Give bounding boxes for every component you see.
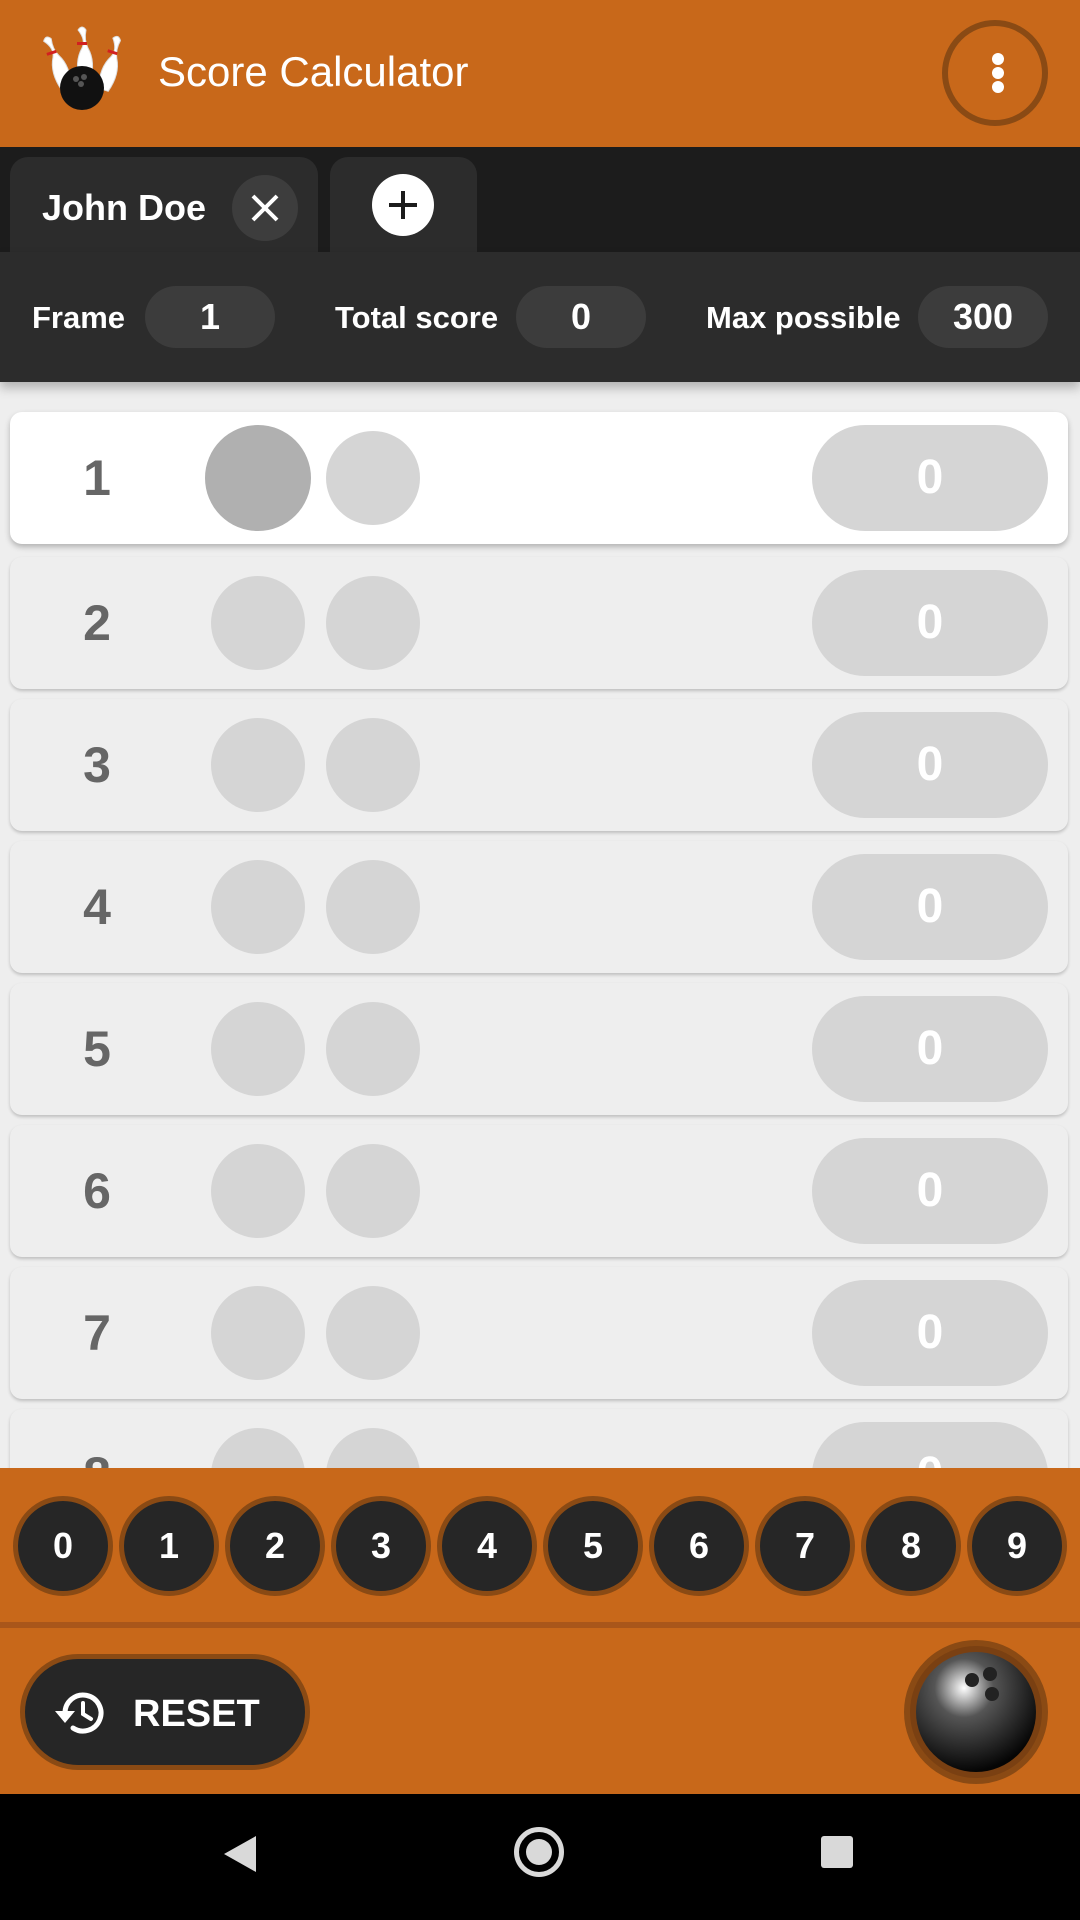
roll-1-slot[interactable] bbox=[211, 718, 305, 812]
player-name: John Doe bbox=[42, 187, 207, 228]
frame-number: 1 bbox=[83, 450, 111, 506]
roll-2-slot[interactable] bbox=[326, 718, 420, 812]
frame-row[interactable]: 5 0 bbox=[10, 983, 1068, 1115]
frame-score: 0 bbox=[812, 570, 1048, 676]
roll-1-slot[interactable] bbox=[211, 860, 305, 954]
pins-6-button[interactable]: 6 bbox=[649, 1496, 749, 1596]
frames-list[interactable]: 1 0 2 0 3 0 4 0 5 0 6 0 7 0 8 bbox=[0, 382, 1080, 1468]
frame-number: 5 bbox=[83, 1021, 111, 1077]
frame-score: 0 bbox=[812, 854, 1048, 960]
roll-1-slot[interactable] bbox=[211, 1286, 305, 1380]
back-icon[interactable] bbox=[222, 1834, 258, 1874]
more-vert-icon bbox=[992, 53, 1004, 65]
frame-row[interactable]: 2 0 bbox=[10, 557, 1068, 689]
tab-player[interactable]: John Doe bbox=[10, 157, 318, 252]
roll-1-slot[interactable] bbox=[211, 1002, 305, 1096]
frame-score: 0 bbox=[812, 1138, 1048, 1244]
strike-button[interactable] bbox=[904, 1640, 1048, 1784]
roll-1-slot[interactable] bbox=[211, 1144, 305, 1238]
roll-2-slot[interactable] bbox=[326, 1428, 420, 1468]
roll-1-slot[interactable] bbox=[205, 425, 311, 531]
pins-5-button[interactable]: 5 bbox=[543, 1496, 643, 1596]
pins-7-button[interactable]: 7 bbox=[755, 1496, 855, 1596]
frame-row[interactable]: 4 0 bbox=[10, 841, 1068, 973]
frame-number: 6 bbox=[83, 1163, 111, 1219]
total-score-value: 0 bbox=[516, 286, 646, 348]
close-icon[interactable] bbox=[232, 175, 298, 241]
player-tabs: John Doe bbox=[0, 147, 1080, 252]
frame-label: Frame bbox=[32, 300, 126, 335]
actions-bar: RESET bbox=[0, 1628, 1080, 1794]
app-bar: Score Calculator bbox=[0, 0, 1080, 147]
pins-9-button[interactable]: 9 bbox=[967, 1496, 1067, 1596]
roll-2-slot[interactable] bbox=[326, 576, 420, 670]
frame-number: 7 bbox=[83, 1305, 111, 1361]
pins-3-button[interactable]: 3 bbox=[331, 1496, 431, 1596]
pins-4-button[interactable]: 4 bbox=[437, 1496, 537, 1596]
pins-1-button[interactable]: 1 bbox=[119, 1496, 219, 1596]
frame-row[interactable]: 1 0 bbox=[10, 412, 1068, 544]
pin-count-pad: 0 1 2 3 4 5 6 7 8 9 bbox=[0, 1468, 1080, 1628]
frame-score: 0 bbox=[812, 1422, 1048, 1468]
max-possible-value: 300 bbox=[918, 286, 1048, 348]
frame-score: 0 bbox=[812, 996, 1048, 1102]
frame-score: 0 bbox=[812, 1280, 1048, 1386]
bowling-ball-icon bbox=[916, 1652, 1036, 1772]
home-icon[interactable] bbox=[514, 1827, 564, 1877]
more-vert-icon-dot bbox=[992, 81, 1004, 93]
pins-2-button[interactable]: 2 bbox=[225, 1496, 325, 1596]
restore-icon bbox=[55, 1692, 104, 1734]
roll-2-slot[interactable] bbox=[326, 860, 420, 954]
frame-row[interactable]: 6 0 bbox=[10, 1125, 1068, 1257]
roll-2-slot[interactable] bbox=[326, 1002, 420, 1096]
more-options-button[interactable] bbox=[942, 20, 1048, 126]
add-player-tab[interactable] bbox=[330, 157, 477, 252]
frame-value: 1 bbox=[145, 286, 275, 348]
roll-1-slot[interactable] bbox=[211, 1428, 305, 1468]
frame-number: 3 bbox=[83, 737, 111, 793]
pins-8-button[interactable]: 8 bbox=[861, 1496, 961, 1596]
recent-apps-icon[interactable] bbox=[821, 1836, 853, 1868]
frame-row[interactable]: 8 0 bbox=[10, 1409, 1068, 1468]
system-nav-bar bbox=[0, 1794, 1080, 1920]
more-vert-icon-dot bbox=[992, 67, 1004, 79]
frame-number: 2 bbox=[83, 595, 111, 651]
roll-2-slot[interactable] bbox=[326, 1286, 420, 1380]
frame-score: 0 bbox=[812, 425, 1048, 531]
max-possible-label: Max possible bbox=[706, 300, 901, 335]
total-score-label: Total score bbox=[335, 300, 499, 335]
reset-label: RESET bbox=[133, 1693, 260, 1735]
frame-number: 8 bbox=[50, 1409, 144, 1468]
roll-1-slot[interactable] bbox=[211, 576, 305, 670]
reset-button[interactable]: RESET bbox=[20, 1654, 310, 1770]
frame-row[interactable]: 7 0 bbox=[10, 1267, 1068, 1399]
frame-number: 4 bbox=[83, 879, 111, 935]
app-title: Score Calculator bbox=[158, 48, 469, 95]
pins-0-button[interactable]: 0 bbox=[13, 1496, 113, 1596]
bowling-pins-icon bbox=[43, 26, 121, 110]
frame-row[interactable]: 3 0 bbox=[10, 699, 1068, 831]
frame-score: 0 bbox=[812, 712, 1048, 818]
roll-2-slot[interactable] bbox=[326, 431, 420, 525]
stats-bar: Frame 1 Total score 0 Max possible 300 bbox=[0, 252, 1080, 382]
roll-2-slot[interactable] bbox=[326, 1144, 420, 1238]
add-player-icon bbox=[372, 174, 434, 236]
